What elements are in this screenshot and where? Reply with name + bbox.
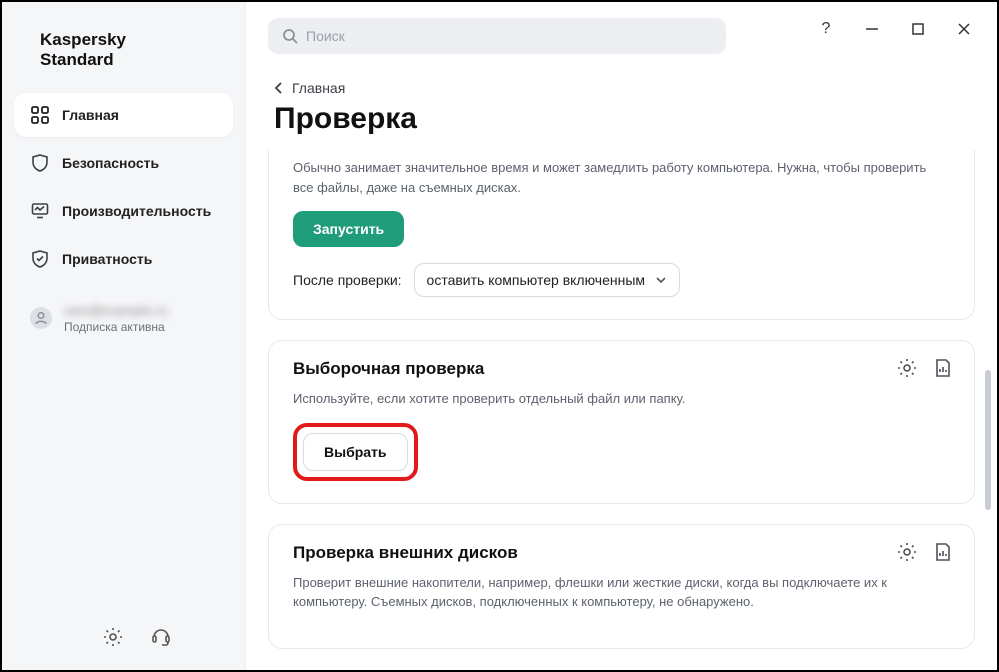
support-button[interactable] [150,626,172,648]
selective-scan-card: Выборочная проверка Используйте, если хо… [268,340,975,504]
highlight-annotation: Выбрать [293,423,418,481]
brand-line1: Kaspersky [40,30,223,50]
after-action-select[interactable]: оставить компьютер включенным [414,263,680,297]
account-subscription: Подписка активна [64,320,167,334]
sidebar-item-label: Приватность [62,251,152,267]
sidebar-item-label: Производительность [62,203,211,219]
user-icon [30,307,52,329]
sidebar-item-label: Главная [62,107,119,123]
close-button[interactable] [955,20,973,38]
gear-icon[interactable] [896,357,918,379]
breadcrumb-label: Главная [292,80,345,96]
after-label: После проверки: [293,272,402,288]
search-bar[interactable] [268,18,726,54]
sidebar-item-label: Безопасность [62,155,159,171]
report-icon[interactable] [932,541,954,563]
gear-icon[interactable] [896,541,918,563]
help-button[interactable]: ? [817,20,835,38]
external-desc: Проверит внешние накопители, например, ф… [293,573,950,612]
account-block[interactable]: user@example.ru Подписка активна [14,293,233,344]
sidebar-item-security[interactable]: Безопасность [14,141,233,185]
settings-button[interactable] [102,626,124,648]
minimize-button[interactable] [863,20,881,38]
chevron-left-icon [274,82,284,94]
brand: Kaspersky Standard [2,2,245,89]
selective-title: Выборочная проверка [293,359,950,379]
report-icon[interactable] [932,357,954,379]
after-action-value: оставить компьютер включенным [427,272,645,288]
page-title: Проверка [246,96,997,150]
fullscan-desc: Обычно занимает значительное время и мож… [293,158,950,197]
run-button[interactable]: Запустить [293,211,404,247]
maximize-button[interactable] [909,20,927,38]
sidebar-item-performance[interactable]: Производительность [14,189,233,233]
chevron-down-icon [655,275,667,285]
scrollbar-thumb[interactable] [985,370,991,510]
monitor-icon [30,201,50,221]
dashboard-icon [30,105,50,125]
search-input[interactable] [306,28,712,44]
account-email: user@example.ru [64,303,167,318]
choose-button[interactable]: Выбрать [303,433,408,471]
search-icon [282,28,298,44]
brand-line2: Standard [40,50,223,70]
shield-check-icon [30,249,50,269]
shield-icon [30,153,50,173]
selective-desc: Используйте, если хотите проверить отдел… [293,389,950,409]
breadcrumb[interactable]: Главная [246,54,997,96]
external-scan-card: Проверка внешних дисков Проверит внешние… [268,524,975,649]
sidebar-item-privacy[interactable]: Приватность [14,237,233,281]
fullscan-card: Обычно занимает значительное время и мож… [268,150,975,320]
external-title: Проверка внешних дисков [293,543,950,563]
sidebar-item-home[interactable]: Главная [14,93,233,137]
